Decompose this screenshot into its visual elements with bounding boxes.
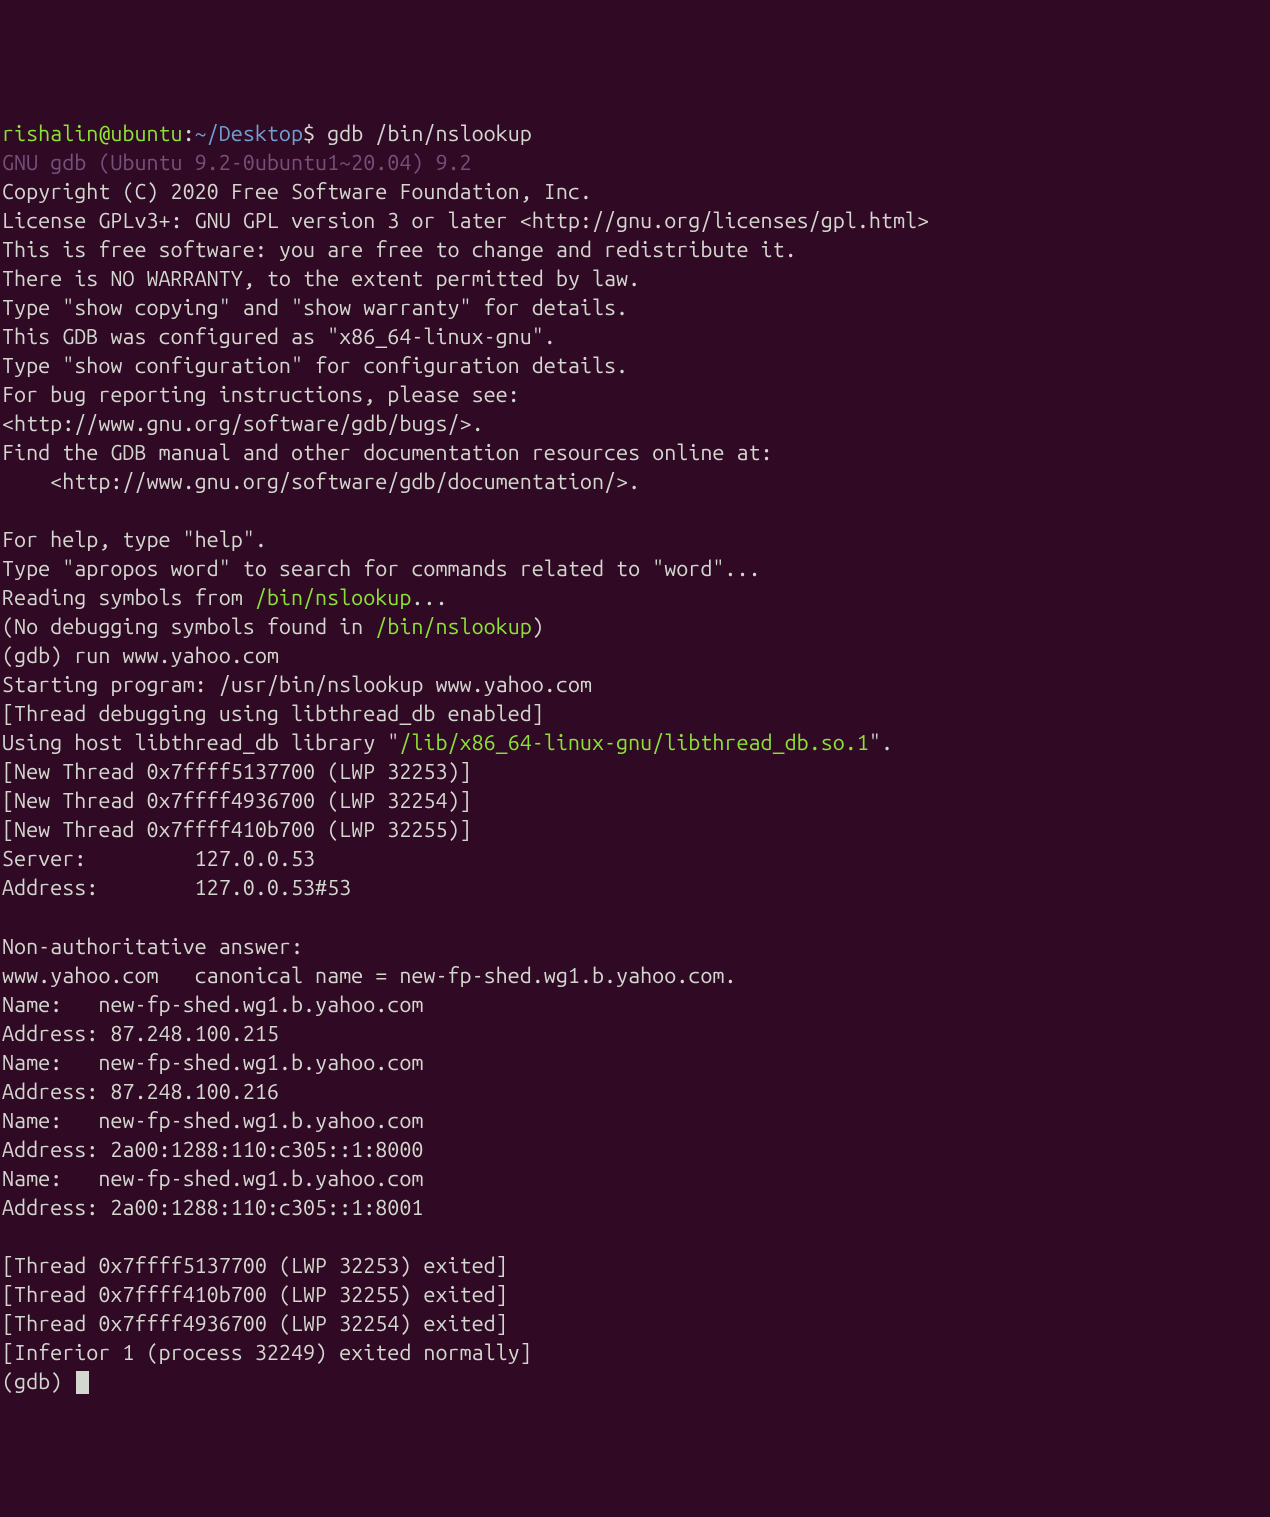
no-symbols-tail: ): [532, 615, 544, 639]
new-threads-block: [New Thread 0x7ffff5137700 (LWP 32253)] …: [2, 760, 472, 842]
cursor-icon[interactable]: [76, 1371, 89, 1394]
using-host-tail: ".: [869, 731, 893, 755]
gdb-intro-block: Copyright (C) 2020 Free Software Foundat…: [2, 180, 929, 581]
file-path: /bin/nslookup: [255, 586, 412, 610]
nslookup-address: Address: 127.0.0.53#53: [2, 876, 351, 900]
prompt-userhost: rishalin@ubuntu: [2, 122, 183, 146]
file-path: /lib/x86_64-linux-gnu/libthread_db.so.1: [399, 731, 869, 755]
terminal-output[interactable]: rishalin@ubuntu:~/Desktop$ gdb /bin/nslo…: [2, 122, 929, 1394]
shell-command: gdb /bin/nslookup: [327, 122, 532, 146]
nonauth-header: Non-authoritative answer:: [2, 935, 303, 959]
gdb-banner: GNU gdb (Ubuntu 9.2-0ubuntu1~20.04) 9.2: [2, 151, 472, 175]
prompt-colon: :: [183, 122, 195, 146]
prompt-path: ~/Desktop: [195, 122, 303, 146]
gdb-prompt: (gdb): [2, 1370, 74, 1394]
starting-block: Starting program: /usr/bin/nslookup www.…: [2, 673, 592, 726]
exited-block: [Thread 0x7ffff5137700 (LWP 32253) exite…: [2, 1254, 532, 1365]
no-symbols-prefix: (No debugging symbols found in: [2, 615, 375, 639]
canonical-line: www.yahoo.com canonical name = new-fp-sh…: [2, 964, 736, 988]
file-path: /bin/nslookup: [375, 615, 532, 639]
nslookup-server: Server: 127.0.0.53: [2, 847, 315, 871]
answers-block: Name: new-fp-shed.wg1.b.yahoo.com Addres…: [2, 993, 423, 1220]
prompt-dollar: $: [303, 122, 327, 146]
reading-symbols-prefix: Reading symbols from: [2, 586, 255, 610]
reading-symbols-tail: ...: [411, 586, 447, 610]
using-host-prefix: Using host libthread_db library ": [2, 731, 399, 755]
gdb-run-command: (gdb) run www.yahoo.com: [2, 644, 279, 668]
